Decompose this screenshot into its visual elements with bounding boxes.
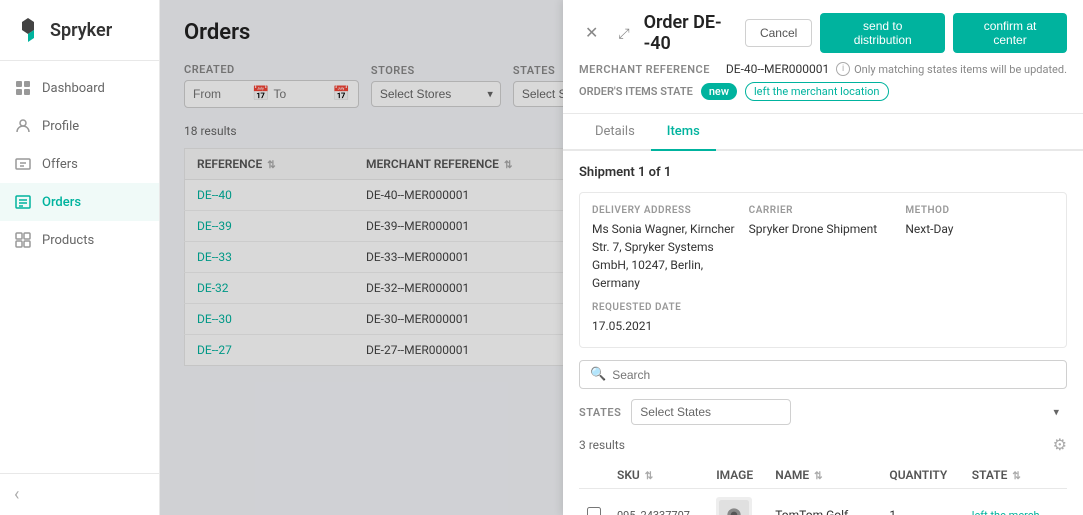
tab-items[interactable]: Items (651, 114, 716, 151)
state-new-badge: new (701, 83, 737, 100)
search-icon: 🔍 (590, 367, 606, 382)
merchant-reference-label: MERCHANT REFERENCE (579, 63, 710, 76)
col-sku[interactable]: SKU ⇅ (609, 462, 708, 489)
method-label: METHOD (905, 205, 1054, 216)
method-value: Next-Day (905, 220, 1054, 238)
items-states-select-wrapper: Select States (631, 399, 1067, 425)
carrier-col: CARRIER Spryker Drone Shipment (749, 205, 898, 292)
carrier-value: Spryker Drone Shipment (749, 220, 898, 238)
gear-icon[interactable]: ⚙ (1053, 435, 1067, 454)
col-image: IMAGE (708, 462, 767, 489)
item-checkbox-cell[interactable] (579, 489, 609, 515)
cancel-button[interactable]: Cancel (745, 19, 812, 47)
requested-date-row: REQUESTED DATE 17.05.2021 (592, 302, 1054, 335)
products-icon (14, 231, 32, 249)
profile-icon (14, 117, 32, 135)
panel-title-row: ✕ ⤢ Order DE--40 Cancel send to distribu… (579, 12, 1067, 54)
sidebar-logo: Spryker (0, 0, 159, 61)
panel-tabs: Details Items (563, 114, 1083, 151)
cell-state: left the merch... (964, 489, 1067, 515)
main-area: Orders CREATED 📅 📅 STORES Select Stores (160, 0, 1083, 515)
method-col: METHOD Next-Day (905, 205, 1054, 292)
sidebar-collapse-button[interactable]: ‹ (0, 473, 159, 515)
items-search-input[interactable] (612, 368, 1056, 382)
items-results-count: 3 results (579, 438, 625, 452)
carrier-label: CARRIER (749, 205, 898, 216)
items-table: SKU ⇅ IMAGE NAME ⇅ QUANTITY STATE ⇅ 095_… (579, 462, 1067, 515)
info-note-text: Only matching states items will be updat… (854, 63, 1067, 76)
col-state[interactable]: STATE ⇅ (964, 462, 1067, 489)
sidebar-item-label: Dashboard (42, 81, 105, 96)
cell-sku: 095_24337707 (609, 489, 708, 515)
col-check (579, 462, 609, 489)
info-icon: i (836, 62, 850, 76)
items-states-label: STATES (579, 406, 621, 419)
delivery-grid: DELIVERY ADDRESS Ms Sonia Wagner, Kirnch… (592, 205, 1054, 292)
items-search-box[interactable]: 🔍 (579, 360, 1067, 389)
panel-state-row: ORDER'S ITEMS STATE new left the merchan… (579, 82, 1067, 101)
sidebar-item-label: Profile (42, 119, 79, 134)
items-states-filter: STATES Select States (579, 399, 1067, 425)
sidebar-item-profile[interactable]: Profile (0, 107, 159, 145)
sidebar-item-dashboard[interactable]: Dashboard (0, 69, 159, 107)
panel-meta-row: MERCHANT REFERENCE DE-40--MER000001 (579, 62, 829, 76)
panel-actions: Cancel send to distribution confirm at c… (745, 13, 1067, 53)
delivery-address-label: DELIVERY ADDRESS (592, 205, 741, 216)
orders-items-state-label: ORDER'S ITEMS STATE (579, 85, 693, 98)
dashboard-icon (14, 79, 32, 97)
requested-date-label: REQUESTED DATE (592, 302, 1054, 313)
sidebar-item-label: Orders (42, 195, 81, 210)
delivery-card: DELIVERY ADDRESS Ms Sonia Wagner, Kirnch… (579, 192, 1067, 348)
sidebar: Spryker Dashboard Profile Offers Orders (0, 0, 160, 515)
info-note: i Only matching states items will be upd… (836, 62, 1067, 76)
items-results-row: 3 results ⚙ (579, 435, 1067, 454)
item-image (716, 497, 752, 515)
list-item[interactable]: 095_24337707 TomTom Golf 1 left the merc… (579, 489, 1067, 515)
col-quantity: QUANTITY (881, 462, 963, 489)
item-checkbox[interactable] (587, 507, 601, 515)
sidebar-item-offers[interactable]: Offers (0, 145, 159, 183)
sidebar-nav: Dashboard Profile Offers Orders Products (0, 61, 159, 473)
sidebar-item-orders[interactable]: Orders (0, 183, 159, 221)
logo-text: Spryker (50, 20, 112, 41)
sidebar-item-products[interactable]: Products (0, 221, 159, 259)
panel-title: Order DE--40 (644, 12, 745, 54)
delivery-address-col: DELIVERY ADDRESS Ms Sonia Wagner, Kirnch… (592, 205, 741, 292)
panel-header: ✕ ⤢ Order DE--40 Cancel send to distribu… (563, 0, 1083, 114)
offers-icon (14, 155, 32, 173)
confirm-at-center-button[interactable]: confirm at center (953, 13, 1067, 53)
items-states-select[interactable]: Select States (631, 399, 791, 425)
sort-icon-name: ⇅ (814, 471, 822, 482)
state-merchant-badge[interactable]: left the merchant location (745, 82, 889, 101)
logo-icon (14, 16, 42, 44)
requested-date-value: 17.05.2021 (592, 317, 1054, 335)
panel-resize-button[interactable]: ⤢ (612, 23, 635, 44)
cell-image (708, 489, 767, 515)
delivery-address-value: Ms Sonia Wagner, Kirncher Str. 7, Spryke… (592, 220, 741, 292)
sort-icon-state: ⇅ (1012, 471, 1020, 482)
shipment-title: Shipment 1 of 1 (579, 165, 1067, 180)
col-name[interactable]: NAME ⇅ (767, 462, 881, 489)
panel-close-button[interactable]: ✕ (579, 21, 604, 45)
sidebar-item-label: Products (42, 233, 94, 248)
tab-details[interactable]: Details (579, 114, 651, 151)
send-to-distribution-button[interactable]: send to distribution (820, 13, 945, 53)
order-panel: ✕ ⤢ Order DE--40 Cancel send to distribu… (563, 0, 1083, 515)
sidebar-item-label: Offers (42, 157, 78, 172)
sort-icon-sku: ⇅ (645, 471, 653, 482)
cell-name: TomTom Golf (767, 489, 881, 515)
panel-body: Shipment 1 of 1 DELIVERY ADDRESS Ms Soni… (563, 151, 1083, 515)
merchant-reference-value: DE-40--MER000001 (726, 62, 829, 76)
cell-quantity: 1 (881, 489, 963, 515)
orders-icon (14, 193, 32, 211)
